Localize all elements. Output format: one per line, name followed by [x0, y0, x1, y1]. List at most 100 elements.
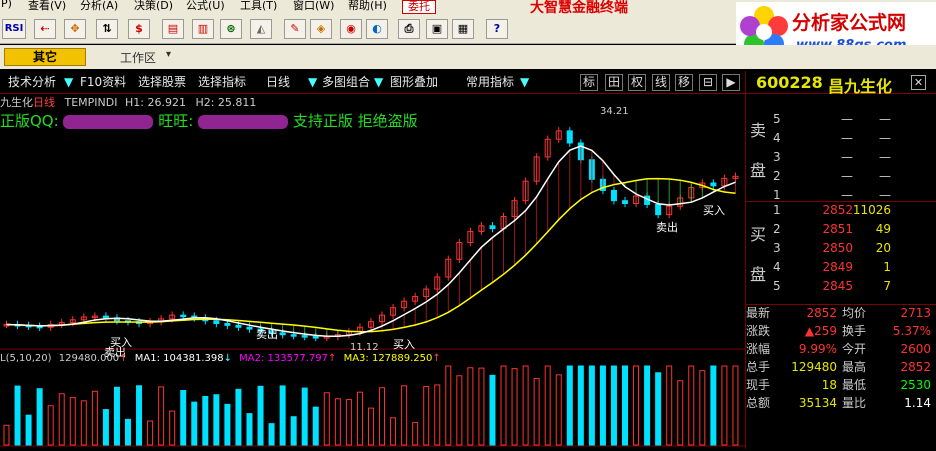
volume-bar	[478, 367, 485, 446]
menu-formula[interactable]: 公式(U)	[186, 0, 225, 13]
binoculars-icon[interactable]: ⊛	[220, 19, 242, 39]
print-icon[interactable]: ⎙	[398, 19, 420, 39]
level-volume: 7	[883, 279, 891, 293]
select-indicator-button[interactable]: 选择指标	[198, 74, 246, 91]
level-volume: —	[879, 112, 891, 126]
books-icon[interactable]: ▦	[452, 19, 474, 39]
level-price: —	[841, 112, 853, 126]
menu-item[interactable]: P)	[1, 0, 12, 10]
dropdown-icon[interactable]: ▼	[308, 74, 317, 91]
grid-toggle[interactable]: 田	[605, 74, 623, 91]
menu-decision[interactable]: 决策(D)	[134, 0, 173, 13]
volume-value: 129480.000	[58, 353, 120, 364]
move-toggle[interactable]: 移	[675, 74, 693, 91]
disc-icon[interactable]: ◐	[366, 19, 388, 39]
dropdown-icon[interactable]: ▾	[166, 49, 171, 60]
note-icon[interactable]: ✎	[284, 19, 306, 39]
level-volume: —	[879, 169, 891, 183]
level-volume: 11026	[852, 203, 891, 217]
volume-bar	[224, 403, 231, 446]
volume-bar	[456, 375, 463, 446]
chart-icon[interactable]: ▤	[162, 19, 184, 39]
menu-help[interactable]: 帮助(H)	[348, 0, 387, 13]
volume-bar	[80, 400, 87, 446]
overlay-button[interactable]: 图形叠加	[390, 74, 438, 91]
collapse-icon[interactable]: ⊟	[699, 74, 717, 91]
volume-bar	[599, 365, 606, 446]
common-indicator-button[interactable]: 常用指标	[466, 74, 514, 91]
bars-icon[interactable]: ▥	[192, 19, 214, 39]
window-icon[interactable]: ▣	[426, 19, 448, 39]
dollar-button[interactable]: $	[128, 19, 150, 39]
tab-workspace[interactable]: 工作区	[120, 49, 156, 66]
signal-buy: 买入	[393, 338, 415, 351]
close-icon[interactable]: ✕	[911, 75, 926, 90]
expand-icon[interactable]: ▶	[722, 74, 740, 91]
indicator-name: TEMPINDI	[64, 96, 118, 109]
arrow-icon[interactable]: ⇠	[34, 19, 56, 39]
stock-code: 600228	[756, 73, 823, 92]
technical-analysis-button[interactable]: 技术分析	[8, 74, 56, 91]
chart-area[interactable]: 九生化日线 TEMPINDI H1: 26.921 H2: 25.811 正版Q…	[0, 94, 745, 447]
candle	[710, 182, 717, 187]
menu-tools[interactable]: 工具(T)	[240, 0, 277, 13]
peak-label: 34.21	[600, 106, 629, 117]
dropdown-icon[interactable]: ▼	[374, 74, 383, 91]
volume-bar	[522, 365, 529, 446]
volume-bar	[379, 387, 386, 446]
quote-key: 均价	[842, 306, 867, 320]
rsi-button[interactable]: RSI	[2, 19, 26, 39]
move-icon[interactable]: ✥	[64, 19, 86, 39]
quote-row: 总手 129480 最高 2852	[746, 359, 936, 376]
level-number: 2	[773, 222, 781, 236]
rights-toggle[interactable]: 权	[628, 74, 646, 91]
dropdown-icon[interactable]: ▼	[520, 74, 529, 91]
buy-row[interactable]: 4 2849 1	[746, 259, 936, 276]
quote-key: 总额	[746, 396, 771, 410]
f10-button[interactable]: F10资料	[80, 74, 126, 91]
watermark-line: 正版QQ: 旺旺: 支持正版 拒绝盗版	[0, 110, 418, 131]
sell-row[interactable]: 2 — —	[746, 168, 936, 185]
diamond-icon[interactable]: ◈	[310, 19, 332, 39]
quote-value: 5.37%	[892, 324, 931, 338]
alarm-icon[interactable]: ◭	[250, 19, 272, 39]
sell-row[interactable]: 3 — —	[746, 149, 936, 166]
swirl-icon[interactable]: ◉	[340, 19, 362, 39]
buy-row[interactable]: 3 2850 20	[746, 240, 936, 257]
low-label: 11.12	[350, 342, 379, 353]
dropdown-icon[interactable]: ▼	[64, 74, 73, 91]
trust-button[interactable]: 委托	[402, 0, 436, 14]
help-icon[interactable]: ?	[486, 19, 508, 39]
quote-value: 2852	[900, 360, 931, 374]
volume-bar	[555, 374, 562, 446]
volume-bar	[169, 410, 176, 446]
volume-bar	[655, 372, 662, 446]
sort-icon[interactable]: ⇅	[96, 19, 118, 39]
menu-analysis[interactable]: 分析(A)	[80, 0, 118, 13]
tab-other[interactable]: 其它	[4, 48, 86, 66]
multi-chart-button[interactable]: 多图组合	[322, 74, 370, 91]
level-price: 2852	[822, 203, 853, 217]
candle	[622, 200, 629, 204]
menu-window[interactable]: 窗口(W)	[293, 0, 334, 13]
sell-row[interactable]: 4 — —	[746, 130, 936, 147]
quote-key: 总手	[746, 360, 771, 374]
menu-view[interactable]: 查看(V)	[28, 0, 66, 13]
mark-toggle[interactable]: 标	[580, 74, 598, 91]
quote-row: 涨跌 ▲259 换手 5.37%	[746, 323, 936, 340]
quote-value: ▲259	[804, 324, 837, 338]
period-button[interactable]: 日线	[266, 74, 290, 91]
sell-row[interactable]: 5 — —	[746, 111, 936, 128]
select-stock-button[interactable]: 选择股票	[138, 74, 186, 91]
buy-row[interactable]: 2 2851 49	[746, 221, 936, 238]
candle	[566, 130, 573, 144]
buy-row[interactable]: 1 2852 11026	[746, 202, 936, 219]
line-toggle[interactable]: 线	[652, 74, 670, 91]
buy-row[interactable]: 5 2845 7	[746, 278, 936, 295]
volume-bar	[213, 394, 220, 446]
volume-bar	[191, 401, 198, 446]
volume-bar	[279, 385, 286, 446]
candle	[224, 323, 231, 326]
kline-chart[interactable]	[0, 94, 745, 447]
volume-bar	[610, 365, 617, 446]
